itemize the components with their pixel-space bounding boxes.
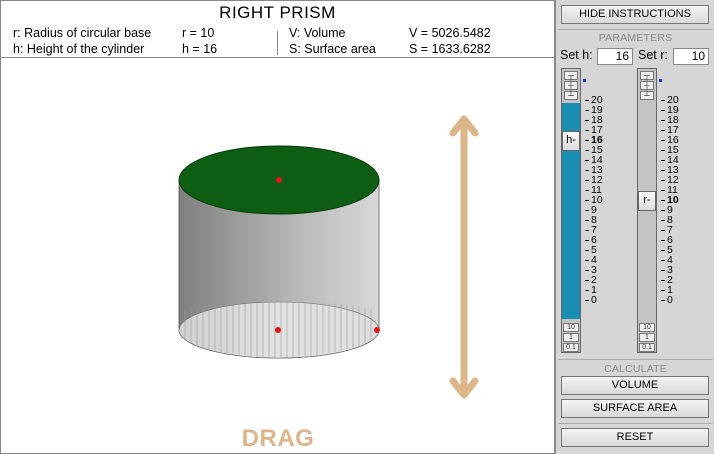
volume-button[interactable]: VOLUME [561, 376, 709, 395]
r-slider[interactable]: ┬ ┼ ┴ r- 10 1 0.1 [637, 68, 657, 353]
r-scale: 20 19 18 17 16 15 14 13 12 11 10 9 8 7 6 5 4 3 2 1 0 [661, 70, 691, 350]
r-plus-icon[interactable]: ┼ [640, 81, 654, 90]
scale-tick: 3 [585, 265, 613, 275]
scale-tick: 0 [585, 295, 613, 305]
scale-tick: 3 [661, 265, 689, 275]
r-top-icon[interactable]: ┬ [640, 71, 654, 80]
cylinder-canvas[interactable] [1, 59, 554, 453]
scale-tick: 7 [585, 225, 613, 235]
h-step-10[interactable]: 10 [563, 323, 579, 332]
base-radius-point[interactable] [374, 327, 380, 333]
parameters-heading: PARAMETERS [598, 32, 673, 44]
h-slider[interactable]: ┬ ┼ ┴ h- 10 1 0.1 [561, 68, 581, 353]
r-slider-thumb[interactable]: r- [638, 191, 656, 211]
page-title: RIGHT PRISM [219, 3, 336, 22]
r-step-10[interactable]: 10 [639, 323, 655, 332]
scale-tick: 7 [661, 225, 689, 235]
section-divider [558, 29, 713, 30]
section-divider [558, 423, 713, 424]
set-h-label: Set h: [560, 48, 593, 62]
scale-tick: 5 [661, 245, 689, 255]
surface-value: S = 1633.6282 [409, 42, 491, 56]
drag-arrow-icon[interactable] [449, 115, 479, 399]
set-r-label: Set r: [638, 48, 668, 62]
radius-description: r: Radius of circular base [13, 26, 152, 40]
scale-tick: 1 [661, 285, 689, 295]
h-bottom-icon[interactable]: ┴ [564, 91, 578, 100]
volume-value: V = 5026.5482 [409, 26, 491, 40]
h-slider-thumb[interactable]: h- [562, 131, 580, 151]
h-step-1[interactable]: 1 [563, 333, 579, 342]
surface-description: S: Surface area [289, 42, 376, 56]
scale-tick: 5 [585, 245, 613, 255]
base-center-point[interactable] [275, 327, 281, 333]
scale-tick: 0 [661, 295, 689, 305]
r-bottom-icon[interactable]: ┴ [640, 91, 654, 100]
radius-value: r = 10 [182, 26, 215, 40]
reset-button[interactable]: RESET [561, 428, 709, 447]
set-r-input[interactable]: 10 [673, 48, 709, 65]
section-divider [558, 359, 713, 360]
header-divider [277, 31, 278, 55]
control-panel: HIDE INSTRUCTIONS PARAMETERS Set h: 16 S… [555, 0, 714, 454]
cylinder-scene[interactable]: DRAG [1, 59, 554, 453]
scale-tick: 9 [661, 205, 689, 215]
h-top-icon[interactable]: ┬ [564, 71, 578, 80]
h-scale: 20 19 18 17 16 15 14 13 12 11 10 9 8 7 6 5 4 3 2 1 0 [585, 70, 615, 350]
height-value: h = 16 [182, 42, 218, 56]
scale-tick: 4 [585, 255, 613, 265]
info-header: RIGHT PRISM r: Radius of circular base h… [1, 1, 554, 58]
scale-tick: 9 [585, 205, 613, 215]
calculate-heading: CALCULATE [604, 363, 667, 375]
top-center-point[interactable] [276, 177, 282, 183]
scale-tick: 8 [585, 215, 613, 225]
scale-tick: 4 [661, 255, 689, 265]
scale-tick: 6 [585, 235, 613, 245]
scale-tick: 2 [661, 275, 689, 285]
height-description: h: Height of the cylinder [13, 42, 145, 56]
r-step-1[interactable]: 1 [639, 333, 655, 342]
surface-area-button[interactable]: SURFACE AREA [561, 399, 709, 418]
drag-label: DRAG [241, 425, 315, 452]
scale-tick: 6 [661, 235, 689, 245]
h-plus-icon[interactable]: ┼ [564, 81, 578, 90]
scale-tick: 10 [585, 195, 613, 205]
r-step-0-1[interactable]: 0.1 [639, 343, 655, 352]
scale-tick: 1 [585, 285, 613, 295]
main-panel: RIGHT PRISM r: Radius of circular base h… [0, 0, 555, 454]
hide-instructions-button[interactable]: HIDE INSTRUCTIONS [561, 5, 709, 24]
volume-description: V: Volume [289, 26, 346, 40]
scale-tick: 10 [661, 195, 689, 205]
h-step-0-1[interactable]: 0.1 [563, 343, 579, 352]
scale-tick: 8 [661, 215, 689, 225]
set-h-input[interactable]: 16 [597, 48, 633, 65]
scale-tick: 2 [585, 275, 613, 285]
